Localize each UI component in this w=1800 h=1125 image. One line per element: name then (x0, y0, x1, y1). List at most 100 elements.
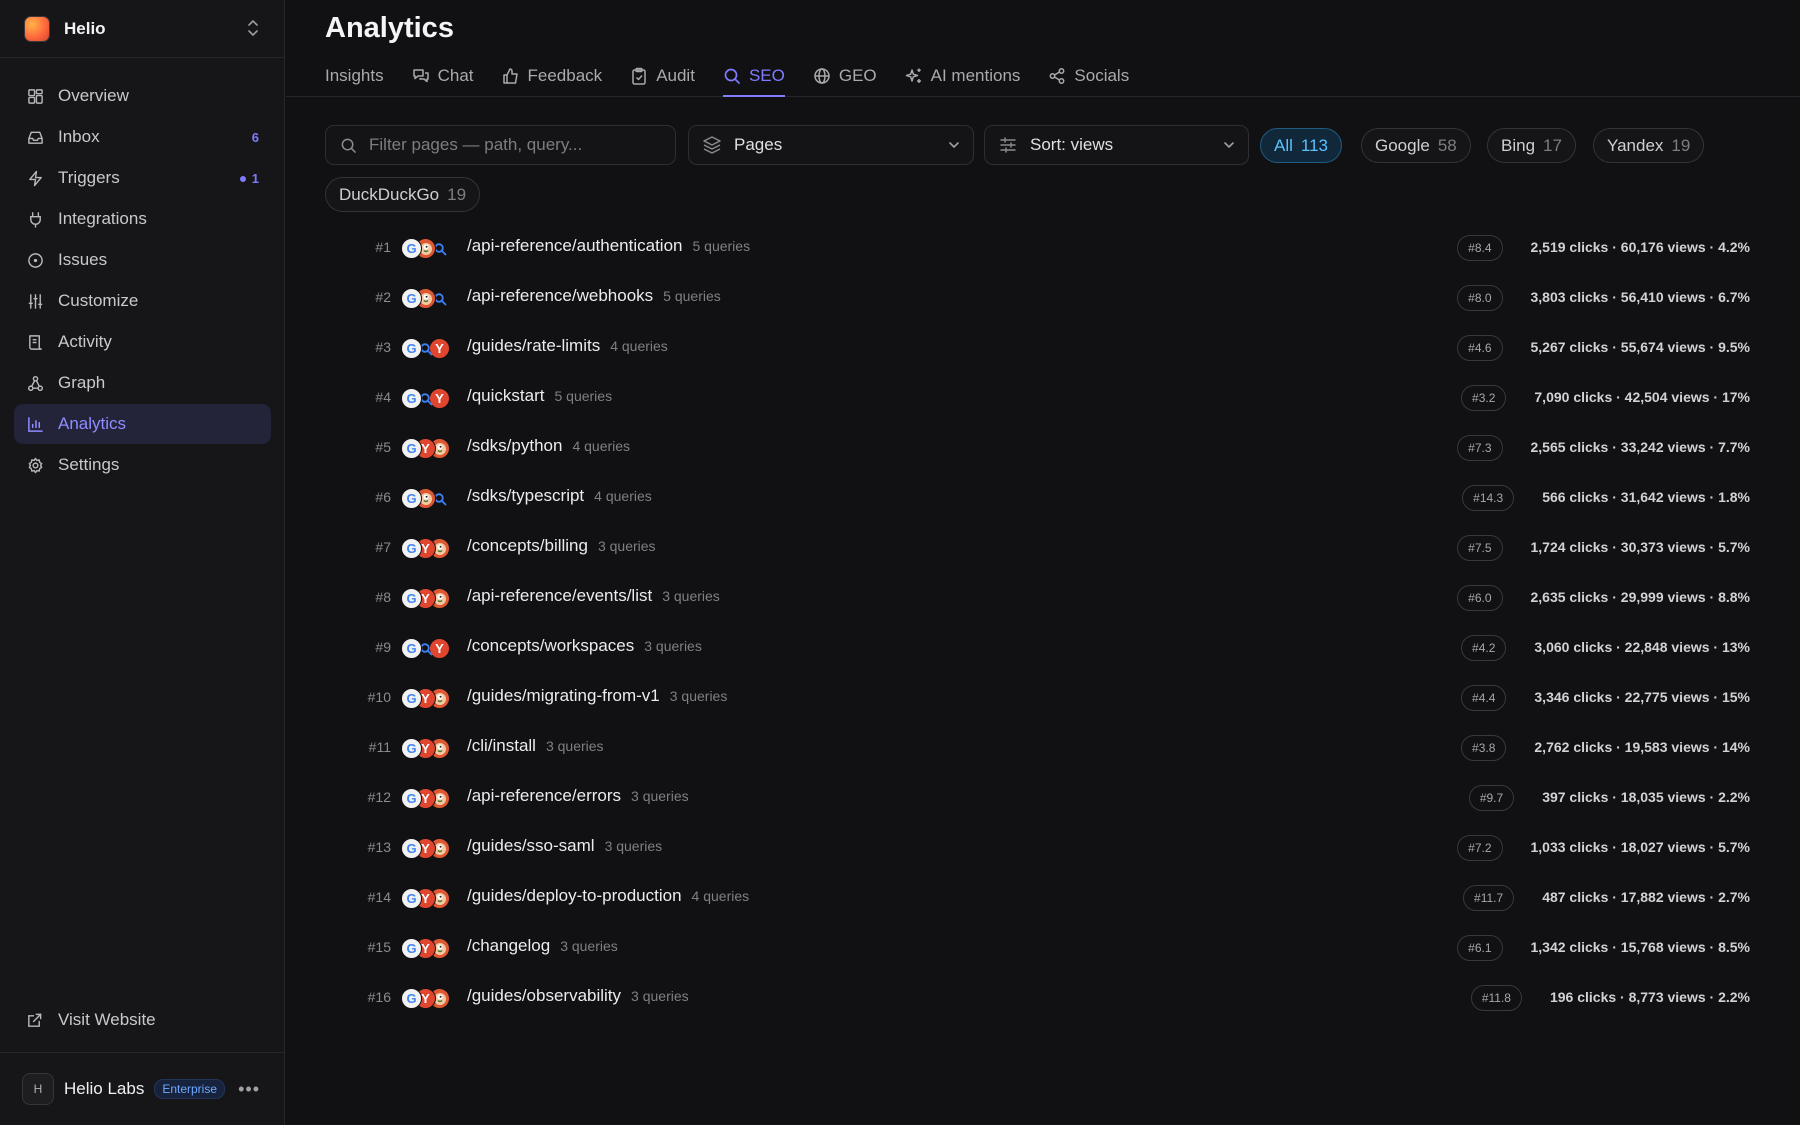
page-path-link[interactable]: /sdks/python 4 queries (467, 436, 630, 456)
page-row[interactable]: #2 G/api-reference/webhooks 5 queries #8.0 3… (325, 273, 1750, 323)
page-row[interactable]: #15 G Y/changelog 3 queries #6.1 1,342 clicks… (325, 923, 1750, 973)
page-path: /guides/sso-saml (467, 836, 595, 855)
page-path-link[interactable]: /guides/deploy-to-production 4 queries (467, 886, 749, 906)
avg-position-badge: #6.0 (1457, 585, 1503, 611)
page-path-link[interactable]: /guides/observability 3 queries (467, 986, 689, 1006)
query-count: 4 queries (691, 888, 750, 904)
avg-position-badge: #8.0 (1457, 285, 1503, 311)
page-row[interactable]: #11 G Y/cli/install 3 queries #3.8 2,762 clic… (325, 723, 1750, 773)
view-select[interactable]: Pages (688, 125, 974, 165)
sidebar-item-customize[interactable]: Customize (14, 281, 271, 321)
page-row[interactable]: #5 G Y/sdks/python 4 queries #7.3 2,565 click… (325, 423, 1750, 473)
page-row[interactable]: #10 G Y/guides/migrating-from-v1 3 queries #… (325, 673, 1750, 723)
sort-select[interactable]: Sort: views (984, 125, 1249, 165)
google-icon: G (401, 438, 422, 459)
page-row[interactable]: #4 G Y/quickstart 5 queries #3.2 7,090 clicks… (325, 373, 1750, 423)
page-path-link[interactable]: /api-reference/authentication 5 queries (467, 236, 750, 256)
google-icon: G (401, 738, 422, 759)
filter-chip-all[interactable]: All 113 (1260, 128, 1343, 163)
page-rank: #14 (367, 889, 391, 905)
tab-feedback[interactable]: Feedback (502, 56, 602, 96)
page-row[interactable]: #12 G Y/api-reference/errors 3 queries #9.7 3… (325, 773, 1750, 823)
plug-icon (26, 210, 44, 228)
filter-chip-google[interactable]: Google 58 (1361, 128, 1471, 163)
page-row[interactable]: #9 G Y/concepts/workspaces 3 queries #4.2 3,0… (325, 623, 1750, 673)
page-path-link[interactable]: /cli/install 3 queries (467, 736, 604, 756)
query-count: 3 queries (644, 638, 702, 654)
tab-socials[interactable]: Socials (1048, 56, 1129, 96)
more-options-icon[interactable]: ••• (238, 1080, 260, 1098)
tab-audit[interactable]: Audit (630, 56, 695, 96)
filter-chip-bing[interactable]: Bing 17 (1487, 128, 1576, 163)
query-count: 4 queries (594, 488, 652, 504)
sidebar-item-integrations[interactable]: Integrations (14, 199, 271, 239)
filter-chip-duckduckgo[interactable]: DuckDuckGo 19 (325, 177, 481, 212)
page-row[interactable]: #16 G Y/guides/observability 3 queries #11.8… (325, 973, 1750, 1023)
tab-insights[interactable]: Insights (325, 56, 384, 96)
page-row[interactable]: #14 G Y/guides/deploy-to-production 4 queri… (325, 873, 1750, 923)
workspace-switcher[interactable]: Helio (0, 0, 284, 58)
page-path-link[interactable]: /changelog 3 queries (467, 936, 618, 956)
page-row[interactable]: #13 G Y/guides/sso-saml 3 queries #7.2 1,033 … (325, 823, 1750, 873)
sidebar-item-settings[interactable]: Settings (14, 445, 271, 485)
account-menu[interactable]: H Helio Labs Enterprise ••• (0, 1052, 284, 1125)
search-input[interactable] (369, 135, 659, 155)
avg-position-badge: #11.7 (1463, 885, 1515, 911)
globe-icon (813, 67, 831, 85)
google-icon: G (401, 788, 422, 809)
sidebar-item-overview[interactable]: Overview (14, 76, 271, 116)
page-path-link[interactable]: /concepts/billing 3 queries (467, 536, 656, 556)
sliders-icon (998, 135, 1018, 155)
chevron-up-down-icon (248, 20, 258, 36)
layers-icon (702, 135, 722, 155)
page-path-link[interactable]: /quickstart 5 queries (467, 386, 612, 406)
tab-geo[interactable]: GEO (813, 56, 877, 96)
chip-label: Google (1375, 135, 1430, 155)
avg-position-badge: #14.3 (1462, 485, 1515, 511)
page-rank: #2 (375, 289, 391, 305)
search-engine-icons: GY (401, 688, 461, 710)
chip-label: Bing (1501, 135, 1536, 155)
google-icon: G (401, 938, 422, 959)
page-path-link[interactable]: /guides/sso-saml 3 queries (467, 836, 662, 856)
query-count: 5 queries (692, 238, 751, 254)
page-path-link[interactable]: /api-reference/errors 3 queries (467, 786, 689, 806)
page-rank: #13 (367, 839, 391, 855)
sidebar-item-issues[interactable]: Issues (14, 240, 271, 280)
sidebar-item-graph[interactable]: Graph (14, 363, 271, 403)
sidebar-item-analytics[interactable]: Analytics (14, 404, 271, 444)
page-stats: 3,346 clicks · 22,775 views · 15% (1534, 689, 1750, 705)
chat-icon (412, 67, 430, 85)
search-icon (723, 67, 741, 85)
tab-seo[interactable]: SEO (722, 56, 785, 97)
google-icon: G (401, 538, 422, 559)
share-icon (1048, 67, 1066, 85)
sparkles-icon (905, 67, 923, 85)
query-count: 3 queries (631, 988, 689, 1004)
page-path-link[interactable]: /sdks/typescript 4 queries (467, 486, 652, 506)
sidebar-item-triggers[interactable]: Triggers 1 (14, 158, 271, 198)
page-row[interactable]: #7 G Y/concepts/billing 3 queries #7.5 1,724 … (325, 523, 1750, 573)
page-path-link[interactable]: /guides/rate-limits 4 queries (467, 336, 668, 356)
visit-website-link[interactable]: Visit Website (14, 1000, 271, 1040)
sidebar-item-activity[interactable]: Activity (14, 322, 271, 362)
page-path-link[interactable]: /api-reference/webhooks 5 queries (467, 286, 721, 306)
tab-chat[interactable]: Chat (412, 56, 474, 96)
page-row[interactable]: #3 G Y/guides/rate-limits 4 queries #4.6 5,26… (325, 323, 1750, 373)
page-rank: #15 (367, 939, 391, 955)
page-path-link[interactable]: /api-reference/events/list 3 queries (467, 586, 720, 606)
query-count: 3 queries (560, 938, 618, 954)
filter-chip-yandex[interactable]: Yandex 19 (1593, 128, 1705, 163)
page-row[interactable]: #6 G/sdks/typescript 4 queries #14.3 566 cli… (325, 473, 1750, 523)
google-icon: G (401, 238, 422, 259)
page-path-link[interactable]: /concepts/workspaces 3 queries (467, 636, 702, 656)
page-row[interactable]: #1 G/api-reference/authentication 5 querie… (325, 223, 1750, 273)
triggers-count-badge: 1 (239, 171, 259, 186)
search-box[interactable] (325, 125, 676, 165)
sidebar-item-inbox[interactable]: Inbox 6 (14, 117, 271, 157)
tab-ai-mentions[interactable]: AI mentions (905, 56, 1020, 96)
page-path-link[interactable]: /guides/migrating-from-v1 3 queries (467, 686, 727, 706)
query-count: 4 queries (610, 338, 668, 354)
page-row[interactable]: #8 G Y/api-reference/events/list 3 queries #… (325, 573, 1750, 623)
avg-position-badge: #11.8 (1470, 985, 1522, 1011)
